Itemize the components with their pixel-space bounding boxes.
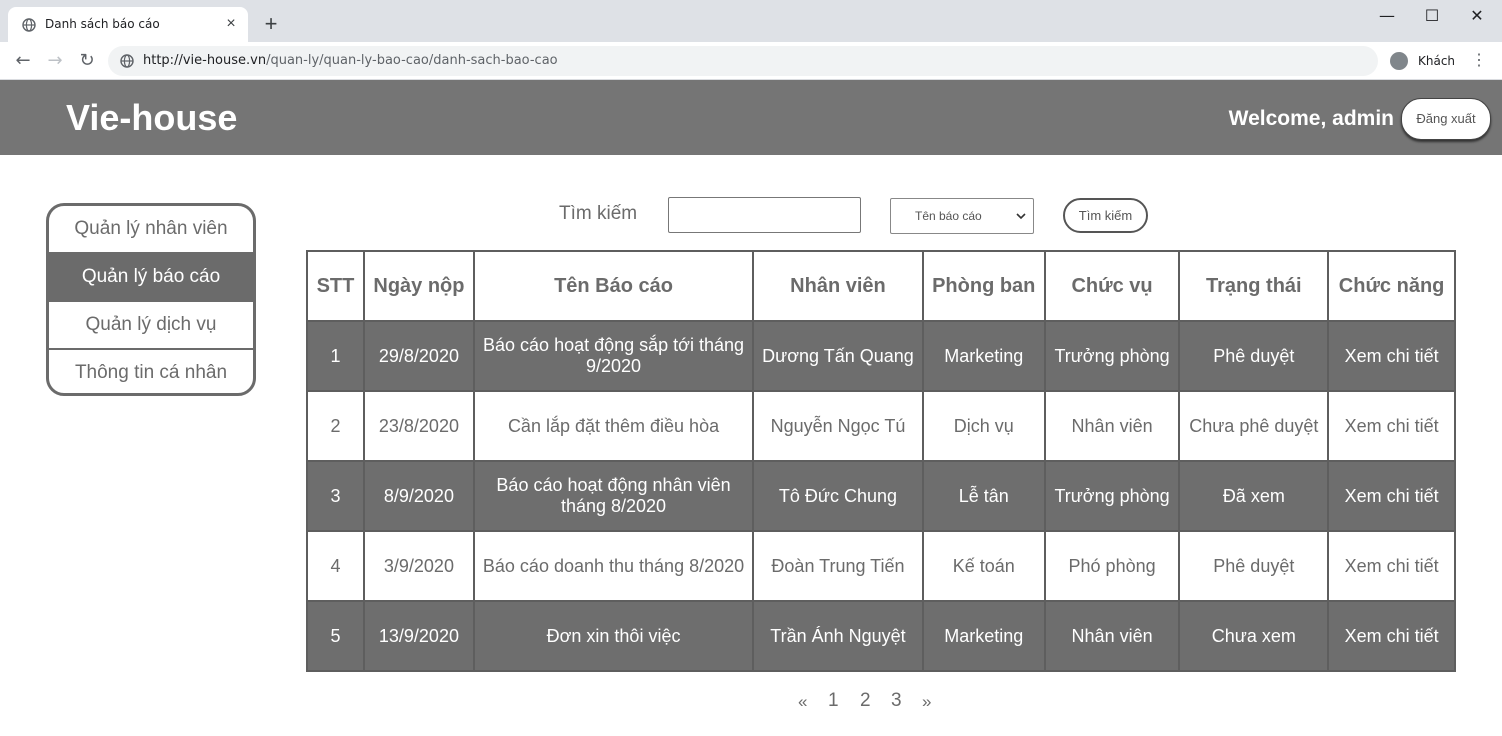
view-detail-link[interactable]: Xem chi tiết	[1327, 530, 1456, 602]
tab-title: Danh sách báo cáo	[45, 17, 160, 31]
view-detail-link[interactable]: Xem chi tiết	[1327, 600, 1456, 672]
browser-toolbar: ← → ↻ http://vie-house.vn/quan-ly/quan-l…	[0, 42, 1502, 80]
table-row: 1 29/8/2020 Báo cáo hoạt động sắp tới th…	[306, 320, 1456, 392]
sidebar-item-employees[interactable]: Quản lý nhân viên	[49, 206, 253, 254]
url-host: http://vie-house.vn	[143, 53, 267, 68]
view-detail-link[interactable]: Xem chi tiết	[1327, 320, 1456, 392]
table-row: 3 8/9/2020 Báo cáo hoạt động nhân viên t…	[306, 460, 1456, 532]
table-row: 5 13/9/2020 Đơn xin thôi việc Trần Ánh N…	[306, 600, 1456, 672]
cell-title: Báo cáo doanh thu tháng 8/2020	[472, 530, 755, 602]
cell-position: Nhân viên	[1043, 600, 1181, 672]
cell-department: Marketing	[921, 600, 1046, 672]
logout-button[interactable]: Đăng xuất	[1401, 98, 1491, 140]
address-bar[interactable]: http://vie-house.vn/quan-ly/quan-ly-bao-…	[108, 46, 1378, 76]
site-info-icon[interactable]	[120, 54, 134, 68]
header-action: Chức năng	[1327, 250, 1456, 322]
url-path: /quan-ly/quan-ly-bao-cao/danh-sach-bao-c…	[266, 53, 558, 68]
sidebar-menu: Quản lý nhân viên Quản lý báo cáo Quản l…	[46, 203, 256, 396]
header-department: Phòng ban	[921, 250, 1046, 322]
cell-title: Báo cáo hoạt động sắp tới tháng 9/2020	[472, 320, 755, 392]
cell-department: Kế toán	[921, 530, 1046, 602]
prev-page-link[interactable]: «	[798, 692, 807, 712]
sidebar-item-services[interactable]: Quản lý dịch vụ	[49, 302, 253, 350]
profile-label: Khách	[1418, 54, 1456, 68]
search-label: Tìm kiếm	[559, 203, 638, 224]
window-close-button[interactable]: ✕	[1462, 6, 1492, 26]
cell-department: Marketing	[921, 320, 1046, 392]
cell-date: 3/9/2020	[362, 530, 475, 602]
cell-position: Trưởng phòng	[1043, 320, 1181, 392]
cell-department: Lễ tân	[921, 460, 1046, 532]
cell-status: Chưa xem	[1178, 600, 1330, 672]
cell-employee: Tô Đức Chung	[752, 460, 924, 532]
table-row: 2 23/8/2020 Cần lắp đặt thêm điều hòa Ng…	[306, 390, 1456, 462]
cell-employee: Trần Ánh Nguyệt	[752, 600, 924, 672]
cell-status: Phê duyệt	[1178, 530, 1330, 602]
table-header-row: STT Ngày nộp Tên Báo cáo Nhân viên Phòng…	[306, 250, 1456, 322]
search-field-select[interactable]: Tên báo cáo	[890, 198, 1034, 234]
report-table: STT Ngày nộp Tên Báo cáo Nhân viên Phòng…	[306, 250, 1456, 672]
cell-stt: 5	[306, 600, 365, 672]
cell-title: Đơn xin thôi việc	[472, 600, 755, 672]
sidebar-item-profile[interactable]: Thông tin cá nhân	[49, 350, 253, 393]
cell-position: Nhân viên	[1043, 390, 1181, 462]
header-stt: STT	[306, 250, 365, 322]
cell-date: 13/9/2020	[362, 600, 475, 672]
site-header: Vie-house Welcome, admin Đăng xuất	[0, 80, 1502, 155]
page-link-2[interactable]: 2	[860, 690, 871, 712]
cell-position: Trưởng phòng	[1043, 460, 1181, 532]
header-status: Trạng thái	[1178, 250, 1330, 322]
cell-date: 29/8/2020	[362, 320, 475, 392]
select-value: Tên báo cáo	[915, 209, 982, 223]
cell-stt: 1	[306, 320, 365, 392]
page-link-1[interactable]: 1	[828, 690, 839, 712]
chevron-down-icon	[1016, 213, 1026, 220]
cell-employee: Nguyễn Ngọc Tú	[752, 390, 924, 462]
header-employee: Nhân viên	[752, 250, 924, 322]
view-detail-link[interactable]: Xem chi tiết	[1327, 460, 1456, 532]
browser-menu-icon[interactable]: ⋮	[1470, 50, 1488, 72]
globe-icon	[22, 18, 36, 32]
reload-icon[interactable]: ↻	[76, 50, 98, 72]
cell-department: Dịch vụ	[921, 390, 1046, 462]
header-position: Chức vụ	[1043, 250, 1181, 322]
cell-stt: 2	[306, 390, 365, 462]
forward-arrow-icon[interactable]: →	[44, 50, 66, 72]
cell-status: Phê duyệt	[1178, 320, 1330, 392]
browser-tab[interactable]: Danh sách báo cáo ×	[8, 7, 248, 42]
welcome-text: Welcome, admin	[1228, 107, 1394, 130]
table-row: 4 3/9/2020 Báo cáo doanh thu tháng 8/202…	[306, 530, 1456, 602]
back-arrow-icon[interactable]: ←	[12, 50, 34, 72]
cell-title: Cần lắp đặt thêm điều hòa	[472, 390, 755, 462]
url-text: http://vie-house.vn/quan-ly/quan-ly-bao-…	[143, 53, 558, 68]
header-date: Ngày nộp	[362, 250, 475, 322]
search-button[interactable]: Tìm kiếm	[1063, 198, 1148, 233]
avatar-icon	[1390, 52, 1408, 70]
browser-tab-bar: Danh sách báo cáo × + — ☐ ✕	[0, 0, 1502, 42]
page-link-3[interactable]: 3	[891, 690, 902, 712]
cell-date: 8/9/2020	[362, 460, 475, 532]
cell-date: 23/8/2020	[362, 390, 475, 462]
new-tab-button[interactable]: +	[260, 13, 282, 35]
header-title: Tên Báo cáo	[472, 250, 755, 322]
search-input[interactable]	[668, 197, 861, 233]
cell-stt: 3	[306, 460, 365, 532]
site-logo[interactable]: Vie-house	[66, 97, 237, 139]
profile-button[interactable]: Khách	[1386, 46, 1461, 76]
cell-title: Báo cáo hoạt động nhân viên tháng 8/2020	[472, 460, 755, 532]
maximize-button[interactable]: ☐	[1417, 6, 1447, 26]
minimize-button[interactable]: —	[1372, 6, 1402, 26]
cell-status: Đã xem	[1178, 460, 1330, 532]
sidebar-item-reports[interactable]: Quản lý báo cáo	[49, 254, 253, 302]
tab-close-icon[interactable]: ×	[222, 15, 240, 33]
cell-employee: Đoàn Trung Tiến	[752, 530, 924, 602]
next-page-link[interactable]: »	[922, 692, 931, 712]
cell-position: Phó phòng	[1043, 530, 1181, 602]
cell-stt: 4	[306, 530, 365, 602]
cell-employee: Dương Tấn Quang	[752, 320, 924, 392]
view-detail-link[interactable]: Xem chi tiết	[1327, 390, 1456, 462]
cell-status: Chưa phê duyệt	[1178, 390, 1330, 462]
